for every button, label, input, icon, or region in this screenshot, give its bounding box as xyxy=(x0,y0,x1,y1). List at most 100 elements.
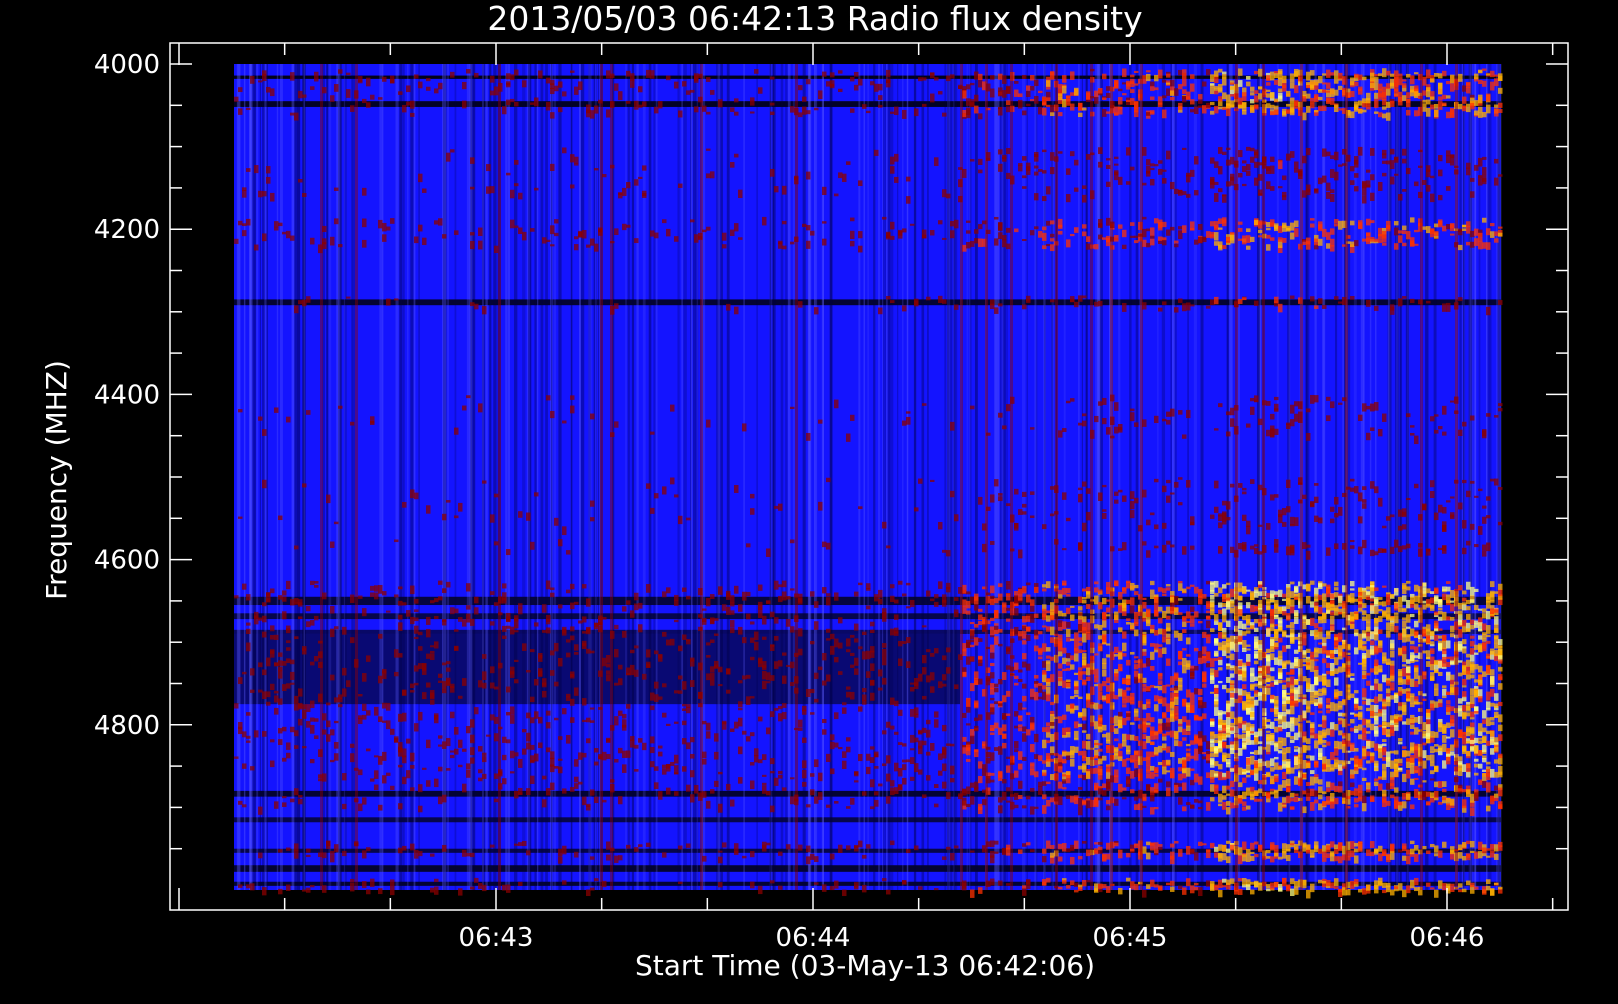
heatmap-cell xyxy=(998,73,1003,80)
heatmap-cell xyxy=(814,307,819,315)
heatmap-cell xyxy=(1226,620,1231,628)
heatmap-cell xyxy=(1170,855,1175,865)
heatmap-cell xyxy=(434,641,439,649)
heatmap-cell xyxy=(1034,79,1039,87)
heatmap-cell xyxy=(770,111,775,116)
heatmap-cell xyxy=(1226,703,1231,713)
heatmap-cell xyxy=(422,663,427,670)
heatmap-cell xyxy=(1218,587,1223,594)
heatmap-cell xyxy=(1282,689,1287,695)
heatmap-cell xyxy=(942,856,947,860)
heatmap-cell xyxy=(646,69,651,78)
heatmap-cell xyxy=(970,99,975,108)
heatmap-cell xyxy=(770,168,775,177)
heatmap-cell xyxy=(1046,220,1051,226)
heatmap-cell xyxy=(1286,700,1291,705)
heatmap-cell xyxy=(970,735,975,745)
heatmap-cell xyxy=(718,803,723,813)
heatmap-cell xyxy=(626,750,631,758)
heatmap-cell xyxy=(1130,651,1135,655)
heatmap-cell xyxy=(910,599,915,608)
heatmap-cell xyxy=(678,515,683,525)
heatmap-cell xyxy=(1278,712,1283,719)
heatmap-cell xyxy=(662,591,667,598)
heatmap-cell xyxy=(1082,708,1087,718)
heatmap-cell xyxy=(1014,675,1019,680)
heatmap-cell xyxy=(1146,165,1151,174)
heatmap-cell xyxy=(1070,103,1075,111)
heatmap-cell xyxy=(1066,679,1071,683)
heatmap-cell xyxy=(1002,733,1007,739)
heatmap-cell xyxy=(1186,743,1191,747)
heatmap-cell xyxy=(1078,596,1083,604)
heatmap-cell xyxy=(626,673,631,676)
heatmap-cell xyxy=(1030,787,1035,792)
heatmap-cell xyxy=(370,94,375,100)
heatmap-cell xyxy=(806,804,811,808)
heatmap-cell xyxy=(1254,104,1259,110)
heatmap-cell xyxy=(1130,408,1135,412)
heatmap-cell xyxy=(1226,663,1231,666)
heatmap-cell xyxy=(478,746,483,752)
heatmap-cell xyxy=(1058,766,1063,773)
heatmap-cell xyxy=(990,850,995,858)
heatmap-cell xyxy=(810,230,815,236)
heatmap-cell xyxy=(1246,644,1251,647)
heatmap-cell xyxy=(550,244,555,247)
heatmap-cell xyxy=(830,886,835,891)
heatmap-cell xyxy=(854,882,859,890)
heatmap-cell xyxy=(1150,512,1155,516)
heatmap-cell xyxy=(298,178,303,183)
heatmap-cell xyxy=(1006,787,1011,792)
heatmap-cell xyxy=(994,625,999,630)
heatmap-cell xyxy=(1130,722,1135,725)
heatmap-cell xyxy=(314,71,319,80)
heatmap-cell xyxy=(1126,745,1131,752)
heatmap-cell xyxy=(1030,806,1035,815)
heatmap-cell xyxy=(618,710,623,716)
heatmap-cell xyxy=(1098,624,1103,630)
heatmap-cell xyxy=(282,596,287,602)
heatmap-cell xyxy=(894,731,899,735)
heatmap-cell xyxy=(882,216,887,220)
heatmap-cell xyxy=(642,101,647,107)
heatmap-cell xyxy=(966,723,971,726)
heatmap-cell xyxy=(942,753,947,759)
heatmap-cell xyxy=(1246,848,1251,855)
heatmap-cell xyxy=(262,631,267,638)
heatmap-cell xyxy=(886,64,888,890)
heatmap-cell xyxy=(1066,775,1071,784)
heatmap-cell xyxy=(954,597,959,602)
heatmap-cell xyxy=(282,757,287,762)
heatmap-cell xyxy=(838,70,843,74)
heatmap-cell xyxy=(1134,611,1139,617)
heatmap-cell xyxy=(978,78,983,88)
heatmap-cell xyxy=(717,64,720,890)
heatmap-cell xyxy=(1210,784,1215,792)
heatmap-cell xyxy=(966,786,971,795)
heatmap-cell xyxy=(1102,634,1107,643)
heatmap-cell xyxy=(1174,243,1179,248)
heatmap-cell xyxy=(550,87,555,95)
heatmap-cell xyxy=(262,602,267,607)
heatmap-cell xyxy=(626,600,631,605)
heatmap-cell xyxy=(1274,642,1279,648)
heatmap-cell xyxy=(846,691,851,698)
heatmap-cell xyxy=(482,64,485,890)
heatmap-cell xyxy=(1106,771,1111,780)
heatmap-cell xyxy=(1254,660,1259,665)
heatmap-cell xyxy=(1130,235,1135,238)
heatmap-cell xyxy=(730,107,735,112)
heatmap-cell xyxy=(1162,588,1167,594)
heatmap-cell xyxy=(1210,594,1215,600)
heatmap-cell xyxy=(638,624,643,633)
heatmap-cell xyxy=(358,715,363,720)
heatmap-cell xyxy=(1150,741,1155,745)
heatmap-cell xyxy=(390,728,395,735)
heatmap-cell xyxy=(1294,85,1299,94)
heatmap-cell xyxy=(1002,848,1007,854)
heatmap-cell xyxy=(1294,680,1299,686)
heatmap-cell xyxy=(1106,427,1111,435)
heatmap-cell xyxy=(990,617,995,621)
heatmap-cell xyxy=(1074,690,1079,694)
